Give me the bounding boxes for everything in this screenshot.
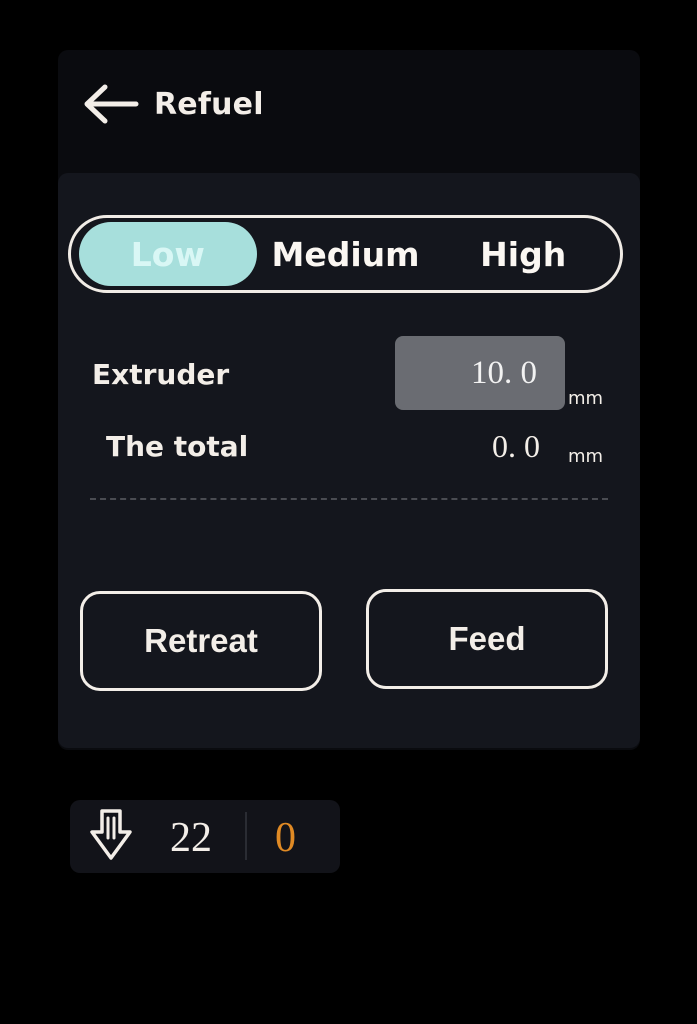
speed-toggle: Low Medium High <box>68 215 623 293</box>
total-value: 0. 0 <box>492 428 540 464</box>
extruder-unit: mm <box>568 388 604 409</box>
nozzle-icon <box>88 808 134 864</box>
extruder-label: Extruder <box>92 358 230 391</box>
retreat-button[interactable]: Retreat <box>80 591 322 691</box>
nozzle-current-temp: 22 <box>170 815 212 861</box>
extruder-length-input[interactable] <box>395 336 565 410</box>
feed-button[interactable]: Feed <box>366 589 608 689</box>
divider <box>90 498 608 500</box>
total-label: The total <box>106 430 249 463</box>
speed-option-medium[interactable]: Medium <box>257 222 435 286</box>
arrow-left-icon[interactable] <box>80 81 142 127</box>
nozzle-target-temp: 0 <box>275 815 296 861</box>
speed-option-low[interactable]: Low <box>79 222 257 286</box>
status-separator <box>245 812 247 860</box>
page-title: Refuel <box>154 86 264 122</box>
speed-option-high[interactable]: High <box>434 222 612 286</box>
header: Refuel <box>80 78 340 130</box>
total-unit: mm <box>568 446 604 467</box>
